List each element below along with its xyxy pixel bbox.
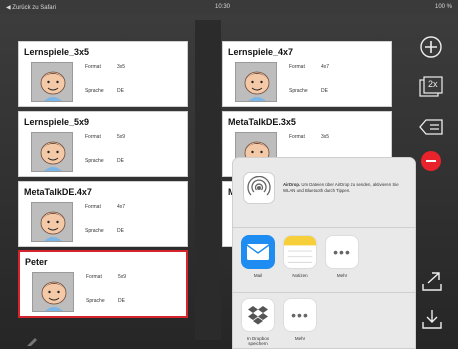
board-title: Lernspiele_5x9 <box>24 117 90 127</box>
language-label: Sprache <box>85 88 104 94</box>
column-gap <box>195 20 221 340</box>
share-app-label: Mail <box>253 273 263 278</box>
board-title: Lernspiele_4x7 <box>228 47 294 57</box>
status-time: 10:30 <box>215 4 231 10</box>
board-card[interactable]: MetaTalkDE.4x7 Format 4x7 Sprache DE <box>18 181 188 247</box>
format-label: Format <box>85 204 101 210</box>
format-label: Format <box>289 64 305 70</box>
language-label: Sprache <box>85 228 104 234</box>
share-app-label: Notizen <box>292 273 308 278</box>
board-card[interactable]: Lernspiele_4x7 Format 4x7 Sprache DE <box>222 41 392 107</box>
format-label: Format <box>85 64 101 70</box>
share-app-label: Mehr <box>336 273 348 278</box>
backspace-icon <box>419 119 443 135</box>
avatar <box>31 132 73 172</box>
format-label: Format <box>86 274 102 280</box>
airdrop-text: Um Dateien über AirDrop zu senden, aktiv… <box>283 182 399 193</box>
avatar <box>235 62 277 102</box>
share-arrow-icon <box>422 272 442 291</box>
board-card[interactable]: Lernspiele_5x9 Format 5x9 Sprache DE <box>18 111 188 177</box>
share-app-more[interactable]: ••• Mehr <box>325 235 359 278</box>
language-label: Sprache <box>85 158 104 164</box>
board-title: MetaTalkDE.3x5 <box>228 117 296 127</box>
back-to-safari-link[interactable]: ◀ Zurück zu Safari <box>6 4 56 11</box>
add-button[interactable] <box>418 34 444 60</box>
format-value: 4x7 <box>321 64 330 70</box>
language-value: DE <box>118 298 125 304</box>
edit-pencil-icon[interactable] <box>26 337 38 347</box>
airdrop-description: AirDrop. Um Dateien über AirDrop zu send… <box>283 182 411 194</box>
airdrop-icon[interactable] <box>243 172 275 204</box>
share-action-label: Mehr <box>294 336 306 341</box>
share-sheet: AirDrop. Um Dateien über AirDrop zu send… <box>232 157 416 349</box>
board-title: MetaTalkDE.4x7 <box>24 187 92 197</box>
board-title: Lernspiele_3x5 <box>24 47 90 57</box>
notes-icon <box>283 235 317 269</box>
airdrop-title: AirDrop. <box>283 182 301 187</box>
language-value: DE <box>117 158 124 164</box>
share-action-more[interactable]: ••• Mehr <box>283 298 317 341</box>
battery-level: 100 % <box>434 4 452 10</box>
airdrop-row[interactable]: AirDrop. Um Dateien über AirDrop zu send… <box>233 158 415 228</box>
mail-icon <box>241 235 275 269</box>
board-card-selected[interactable]: Peter Format 5x9 Sprache DE <box>18 250 188 318</box>
language-label: Sprache <box>86 298 105 304</box>
dropbox-icon <box>241 298 275 332</box>
download-icon <box>422 310 442 329</box>
backspace-button[interactable] <box>418 114 444 140</box>
avatar <box>31 202 73 242</box>
share-apps-row: Mail Notizen ••• Mehr <box>233 229 415 293</box>
format-value: 4x7 <box>117 204 126 210</box>
share-button[interactable] <box>420 270 444 292</box>
language-value: DE <box>321 88 328 94</box>
status-bar: ◀ Zurück zu Safari 10:30 100 % <box>0 0 458 14</box>
format-value: 5x9 <box>118 274 127 280</box>
format-value: 3x5 <box>321 134 330 140</box>
format-label: Format <box>85 134 101 140</box>
share-app-mail[interactable]: Mail <box>241 235 275 278</box>
share-app-notes[interactable]: Notizen <box>283 235 317 278</box>
language-value: DE <box>117 228 124 234</box>
board-title: Peter <box>25 257 48 267</box>
zoom-button[interactable]: 2x <box>418 74 444 100</box>
share-actions-row: In Dropbox speichern ••• Mehr <box>233 294 415 349</box>
avatar <box>31 62 73 102</box>
format-value: 3x5 <box>117 64 126 70</box>
format-value: 5x9 <box>117 134 126 140</box>
board-card[interactable]: Lernspiele_3x5 Format 3x5 Sprache DE <box>18 41 188 107</box>
format-label: Format <box>289 134 305 140</box>
more-icon: ••• <box>325 235 359 269</box>
plus-icon <box>420 36 442 58</box>
avatar <box>32 272 74 312</box>
language-value: DE <box>117 88 124 94</box>
language-label: Sprache <box>289 88 308 94</box>
zoom-label: 2x <box>428 79 438 89</box>
more-icon: ••• <box>283 298 317 332</box>
delete-button[interactable] <box>418 148 444 174</box>
share-action-dropbox[interactable]: In Dropbox speichern <box>241 298 275 346</box>
download-button[interactable] <box>420 308 444 330</box>
delete-icon <box>421 151 441 171</box>
share-action-label: In Dropbox speichern <box>246 336 269 346</box>
